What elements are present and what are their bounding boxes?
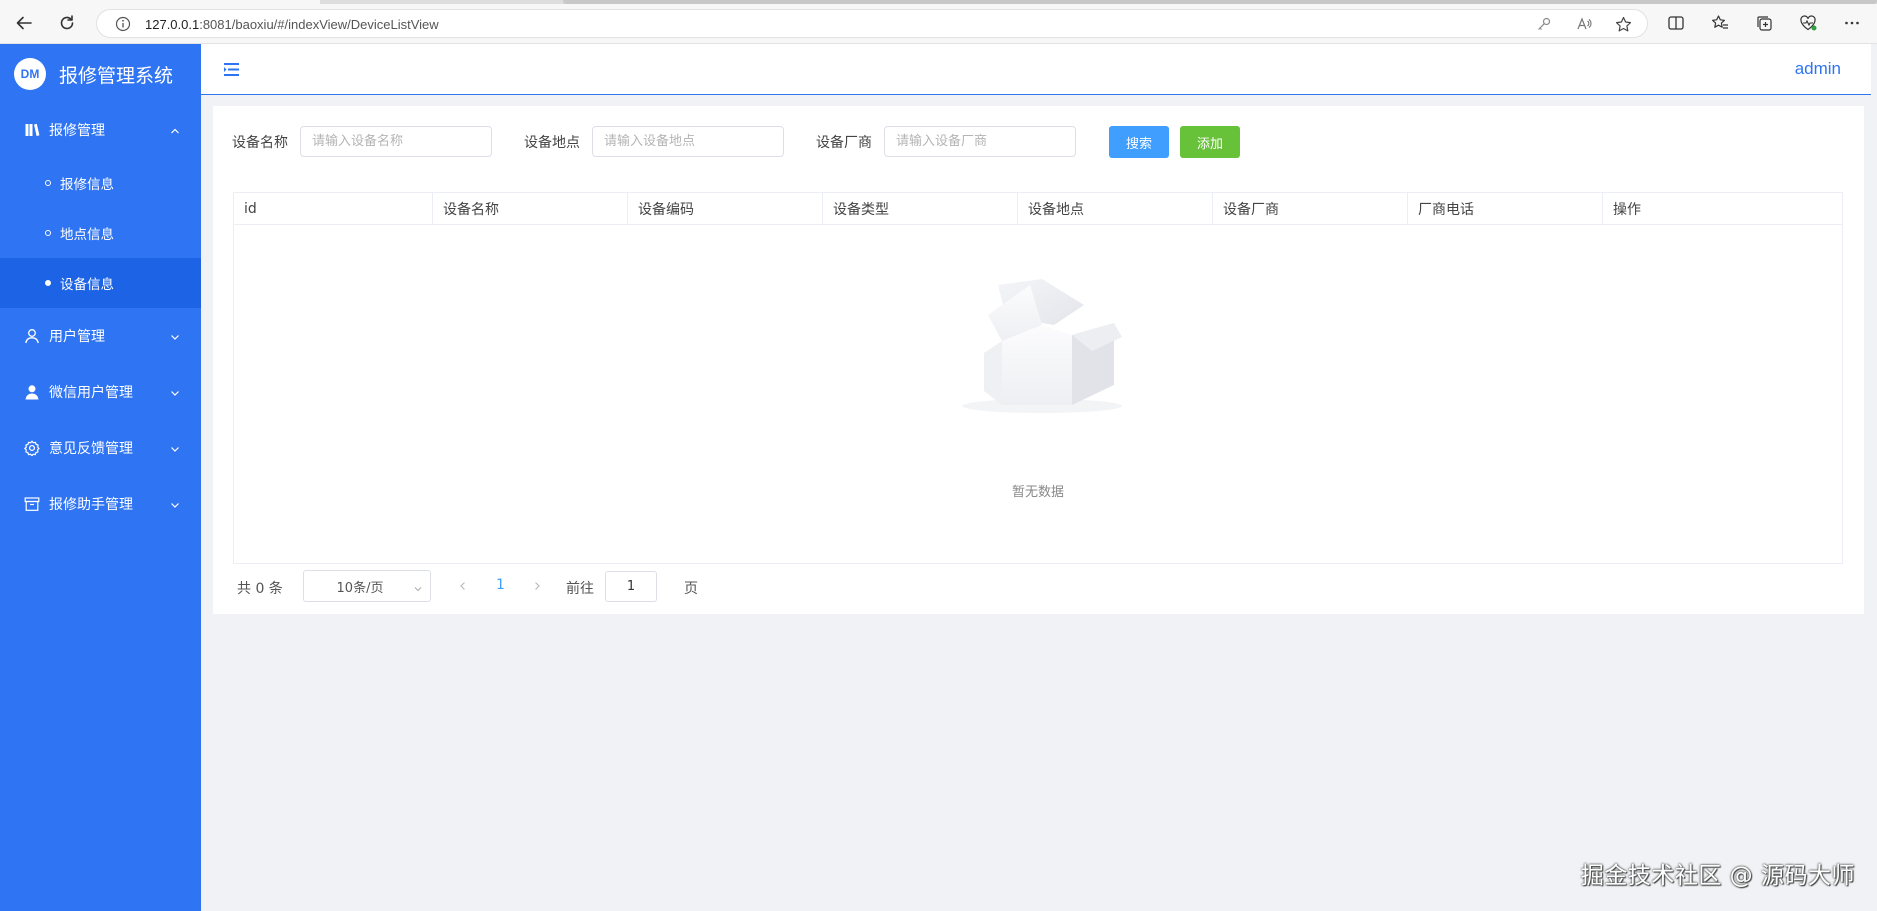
column-header-actions: 操作: [1613, 201, 1641, 218]
brand-logo: DM: [14, 58, 46, 90]
url-path: :8081/baoxiu/#/indexView/DeviceListView: [199, 17, 439, 32]
address-bar[interactable]: 127.0.0.1:8081/baoxiu/#/indexView/Device…: [96, 9, 1648, 38]
column-header-device-location: 设备地点: [1018, 193, 1213, 224]
current-user[interactable]: admin: [1795, 59, 1841, 79]
active-tab[interactable]: [0, 0, 320, 4]
collapse-menu-icon[interactable]: [223, 62, 241, 77]
menu-group-label: 用户管理: [49, 329, 105, 345]
tab-strip: [0, 0, 1877, 4]
collections-icon[interactable]: [1755, 14, 1773, 32]
empty-state-text: 暂无数据: [1011, 485, 1064, 500]
menu-group-label: 报修管理: [49, 123, 105, 139]
bullet-icon: [45, 280, 51, 286]
device-location-input[interactable]: [592, 126, 784, 157]
watermark: 掘金技术社区 @ 源码大师: [1580, 863, 1855, 889]
chevron-up-icon: [170, 125, 180, 135]
pagination: 共 0 条 10条/页 1 前往 页: [233, 570, 833, 602]
page-number-current[interactable]: 1: [496, 577, 505, 593]
device-vendor-input[interactable]: [884, 126, 1076, 157]
user-outline-icon: [24, 328, 40, 344]
sidebar: DM 报修管理系统 报修管理 报修信息 地点信息 设备信息 用户管理 微信用户管…: [0, 44, 201, 911]
next-page-icon[interactable]: [532, 580, 542, 592]
table-header: id 设备名称 设备编码 设备类型 设备地点 设备厂商 厂商电话 操作: [234, 193, 1842, 225]
site-info-icon[interactable]: [115, 16, 131, 32]
archive-icon: [24, 496, 40, 512]
column-header-id: id: [234, 193, 433, 224]
gear-icon: [24, 440, 40, 457]
column-header-device-code: 设备编码: [628, 193, 823, 224]
more-options-icon[interactable]: [1843, 14, 1861, 32]
url-host: 127.0.0.1: [145, 17, 200, 32]
chevron-down-icon: [170, 499, 180, 509]
column-header-device-vendor: 设备厂商: [1213, 193, 1408, 224]
prev-page-icon[interactable]: [458, 580, 468, 592]
favorites-icon[interactable]: [1711, 14, 1729, 32]
chevron-down-icon: [170, 331, 180, 341]
top-header: admin: [201, 44, 1871, 95]
pagination-total: 共 0 条: [237, 581, 283, 597]
user-solid-icon: [24, 384, 40, 400]
menu-group-users[interactable]: 用户管理: [0, 314, 201, 358]
brand[interactable]: DM 报修管理系统: [14, 56, 173, 92]
device-list-card: 设备名称 设备地点 设备厂商 搜索 添加 id 设备名称 设备编码 设备类型 设…: [213, 106, 1864, 614]
back-arrow-icon[interactable]: [13, 12, 35, 34]
device-table: id 设备名称 设备编码 设备类型 设备地点 设备厂商 厂商电话 操作 暂无数据: [233, 192, 1843, 564]
brand-title: 报修管理系统: [59, 64, 174, 87]
sidebar-item-label: 设备信息: [60, 277, 114, 293]
device-name-input[interactable]: [300, 126, 492, 157]
column-header-vendor-phone: 厂商电话: [1408, 193, 1603, 224]
inactive-tab[interactable]: [563, 0, 1877, 4]
menu-group-assistant[interactable]: 报修助手管理: [0, 482, 201, 526]
browser-toolbar: 127.0.0.1:8081/baoxiu/#/indexView/Device…: [0, 0, 1877, 44]
goto-label: 前往: [566, 581, 594, 597]
bullet-icon: [45, 180, 51, 186]
url-text: 127.0.0.1:8081/baoxiu/#/indexView/Device…: [145, 17, 439, 32]
sidebar-item-device-info[interactable]: 设备信息: [0, 258, 201, 308]
page-suffix-label: 页: [684, 581, 698, 597]
split-screen-icon[interactable]: [1667, 14, 1685, 32]
goto-page-input[interactable]: [605, 571, 657, 602]
page-size-select[interactable]: 10条/页: [303, 570, 431, 602]
menu-group-repair[interactable]: 报修管理: [0, 108, 201, 152]
chevron-down-icon: [414, 582, 422, 592]
sidebar-item-label: 地点信息: [60, 227, 114, 243]
column-header-device-type: 设备类型: [823, 193, 1018, 224]
heartbeat-icon[interactable]: [1799, 14, 1817, 32]
favorite-star-icon[interactable]: [1615, 16, 1632, 32]
sidebar-item-location-info[interactable]: 地点信息: [0, 208, 201, 258]
device-location-label: 设备地点: [524, 135, 580, 151]
menu-group-wechat-users[interactable]: 微信用户管理: [0, 370, 201, 414]
read-aloud-icon[interactable]: [1576, 16, 1592, 32]
book-icon: [24, 122, 40, 138]
search-button[interactable]: 搜索: [1109, 126, 1169, 158]
refresh-icon[interactable]: [56, 12, 78, 34]
device-name-label: 设备名称: [232, 135, 288, 151]
key-icon[interactable]: [1536, 16, 1552, 32]
menu-group-label: 意见反馈管理: [49, 441, 133, 457]
menu-group-label: 微信用户管理: [49, 385, 133, 401]
sidebar-item-label: 报修信息: [60, 177, 114, 193]
menu-group-feedback[interactable]: 意见反馈管理: [0, 426, 201, 470]
sidebar-item-repair-info[interactable]: 报修信息: [0, 158, 201, 208]
chevron-down-icon: [170, 387, 180, 397]
add-button[interactable]: 添加: [1180, 126, 1240, 158]
menu-group-label: 报修助手管理: [49, 497, 133, 513]
page-size-value: 10条/页: [336, 580, 384, 596]
chevron-down-icon: [170, 443, 180, 453]
device-vendor-label: 设备厂商: [816, 135, 872, 151]
empty-box-icon: [954, 275, 1129, 420]
column-header-device-name: 设备名称: [433, 193, 628, 224]
bullet-icon: [45, 230, 51, 236]
